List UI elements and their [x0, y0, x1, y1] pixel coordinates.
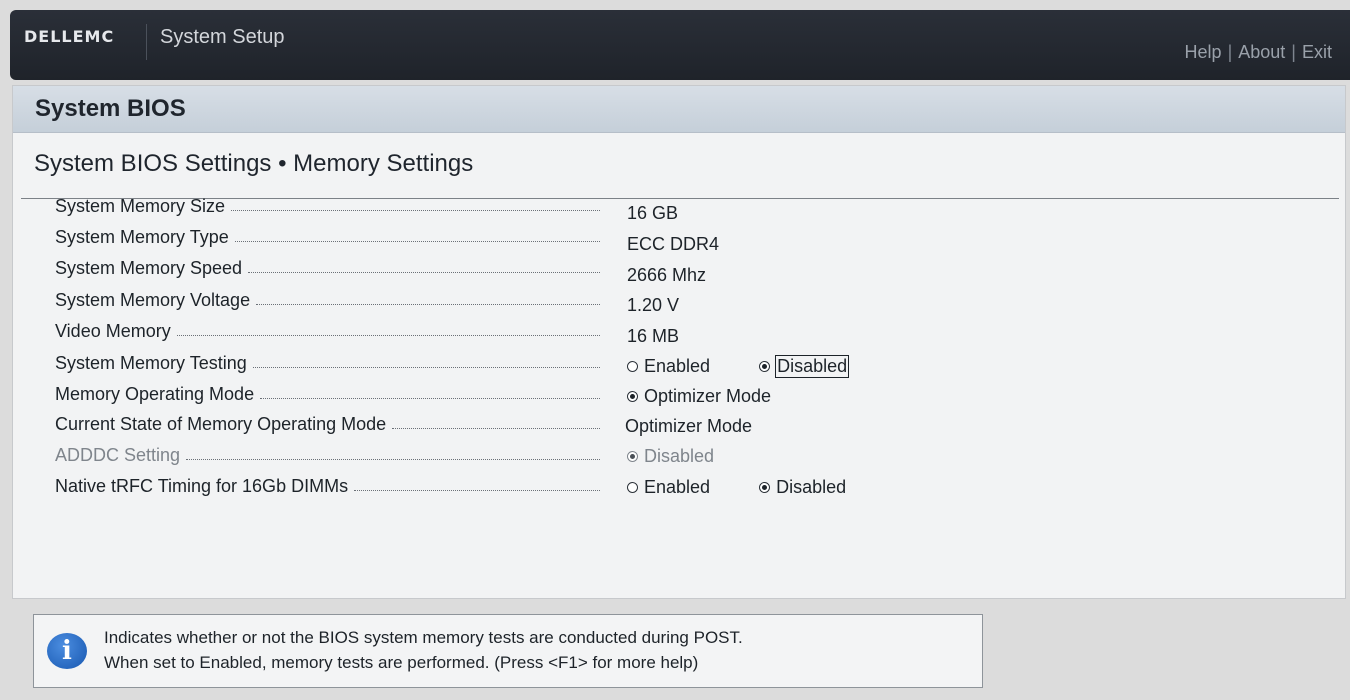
radio-on-icon: [627, 391, 638, 402]
radio-group: Optimizer Mode: [627, 386, 771, 407]
setting-label: Video Memory: [55, 321, 600, 342]
info-icon: i: [47, 633, 87, 669]
setting-label: Memory Operating Mode: [55, 384, 600, 405]
setting-row-memory-voltage: System Memory Voltage 1.20 V: [55, 290, 1155, 316]
radio-optimizer-mode[interactable]: Optimizer Mode: [627, 386, 771, 407]
setting-label: System Memory Size: [55, 196, 600, 217]
help-box: i Indicates whether or not the BIOS syst…: [33, 614, 983, 688]
setting-label: System Memory Type: [55, 227, 600, 248]
setting-value: 1.20 V: [627, 295, 680, 315]
setting-value: ECC DDR4: [627, 234, 720, 254]
dot-leader: [256, 296, 600, 305]
setting-row-video-memory: Video Memory 16 MB: [55, 321, 1155, 347]
setting-row-current-mode: Current State of Memory Operating Mode O…: [55, 414, 1155, 440]
radio-on-icon: [627, 451, 638, 462]
setting-label: System Memory Voltage: [55, 290, 600, 311]
radio-enabled[interactable]: Enabled: [627, 356, 710, 377]
link-separator: |: [1291, 42, 1296, 62]
setting-label: System Memory Testing: [55, 353, 600, 374]
dot-leader: [354, 482, 600, 491]
dot-leader: [392, 420, 600, 429]
dot-leader: [176, 327, 600, 336]
setting-value: 16 MB: [627, 326, 680, 346]
radio-on-icon: [759, 482, 771, 493]
radio-on-icon: [759, 361, 771, 372]
setting-label: ADDDC Setting: [55, 445, 600, 466]
help-line: Indicates whether or not the BIOS system…: [104, 628, 743, 647]
link-separator: |: [1227, 42, 1233, 62]
setting-row-adddc: ADDDC Setting Disabled: [55, 445, 1155, 471]
top-bar: DELLEMC System Setup Help | About | Exit: [10, 10, 1350, 80]
setting-row-memory-type: System Memory Type ECC DDR4: [55, 227, 1155, 254]
about-link[interactable]: About: [1238, 42, 1285, 63]
system-bios-panel: System BIOS System BIOS Settings • Memor…: [12, 85, 1346, 599]
dot-leader: [252, 359, 600, 368]
dot-leader: [231, 202, 600, 211]
setting-row-memory-testing: System Memory Testing Enabled Disabled: [55, 353, 1155, 379]
dot-leader: [248, 264, 600, 273]
radio-group: Enabled Disabled: [627, 477, 846, 498]
setting-row-memory-size: System Memory Size 16 GB: [55, 196, 1155, 223]
dot-leader: [234, 233, 600, 242]
radio-disabled[interactable]: Disabled: [759, 355, 850, 378]
setting-label: System Memory Speed: [55, 258, 600, 279]
app-title: System Setup: [160, 26, 285, 48]
panel-header: System BIOS: [13, 86, 1345, 133]
radio-adddc-disabled: Disabled: [627, 446, 714, 467]
help-link[interactable]: Help: [1185, 42, 1222, 63]
radio-off-icon: [627, 361, 638, 372]
page-subtitle: System BIOS Settings • Memory Settings: [34, 150, 474, 177]
dell-emc-logo: DELLEMC: [24, 27, 115, 46]
setting-value: Optimizer Mode: [625, 416, 753, 436]
dot-leader: [186, 451, 600, 460]
setting-value: 16 GB: [627, 203, 679, 223]
setting-row-native-trfc: Native tRFC Timing for 16Gb DIMMs Enable…: [55, 476, 1155, 502]
help-line: When set to Enabled, memory tests are pe…: [104, 653, 699, 672]
setting-value: 2666 Mhz: [627, 265, 707, 285]
panel-title: System BIOS: [35, 95, 186, 122]
setting-label: Native tRFC Timing for 16Gb DIMMs: [55, 476, 600, 497]
radio-off-icon: [627, 482, 638, 493]
setting-row-memory-speed: System Memory Speed 2666 Mhz: [55, 258, 1155, 285]
setting-label: Current State of Memory Operating Mode: [55, 414, 600, 435]
setting-row-operating-mode: Memory Operating Mode Optimizer Mode: [55, 384, 1155, 410]
radio-disabled[interactable]: Disabled: [759, 477, 846, 498]
radio-group: Disabled: [627, 446, 714, 467]
radio-enabled[interactable]: Enabled: [627, 477, 710, 498]
header-divider: [146, 24, 147, 60]
exit-link[interactable]: Exit: [1302, 42, 1332, 63]
header-links: Help | About | Exit: [1185, 42, 1332, 63]
dot-leader: [260, 390, 600, 399]
help-text: Indicates whether or not the BIOS system…: [104, 625, 743, 675]
radio-group: Enabled Disabled: [627, 355, 850, 378]
